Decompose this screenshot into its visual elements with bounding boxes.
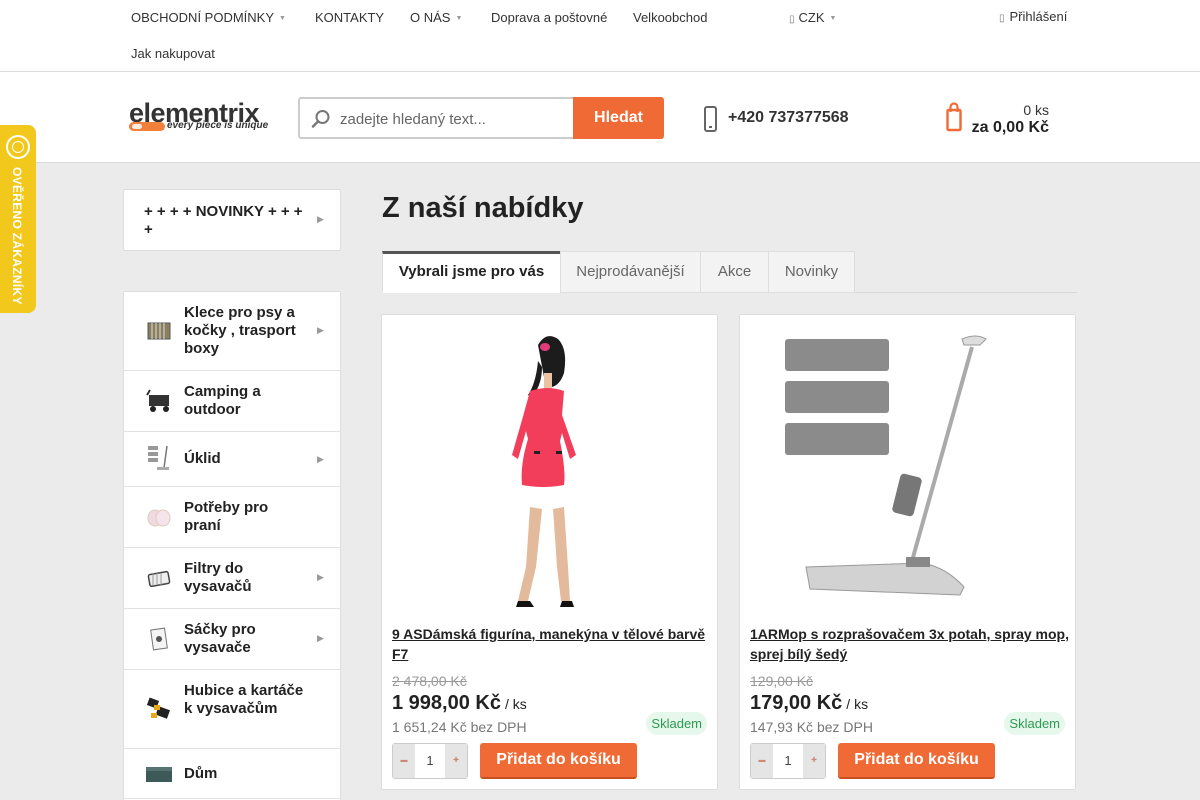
sidebar-novinky[interactable]: + + + + NOVINKY + + + + ▶ (123, 189, 341, 251)
nav-doprava[interactable]: Doprava a poštovné (491, 10, 607, 25)
sidebar-item-sacky[interactable]: Sáčky pro vysavače ▶ (124, 609, 340, 670)
storage-box-icon (146, 767, 172, 782)
tab-novinky[interactable]: Novinky (768, 251, 855, 293)
sidebar-item-hubice[interactable]: Hubice a kartáče k vysavačům (124, 670, 340, 749)
sidebar-item-uklid[interactable]: Úklid ▶ (124, 432, 340, 487)
site-logo[interactable]: elementrix every piece is unique (129, 100, 279, 134)
cage-icon (147, 322, 171, 340)
cart-total[interactable]: za 0,00 Kč (940, 119, 1049, 137)
badge-text: OVĚŘENO ZÁKAZNÍKY (10, 167, 24, 305)
product-price: 1 998,00 Kč / ks (392, 692, 527, 714)
currency-selector[interactable]: ▯ CZK ▼ (789, 10, 836, 25)
quantity-value[interactable]: 1 (773, 744, 803, 778)
nav-kontakty[interactable]: KONTAKTY (315, 10, 384, 25)
mop-icon (148, 445, 169, 470)
money-icon: ▯ (789, 14, 795, 25)
product-card: 1ARMop s rozprašovačem 3x potah, spray m… (739, 314, 1076, 790)
spray-mop-image[interactable] (740, 325, 1075, 615)
sidebar-item-camping[interactable]: Camping a outdoor (124, 371, 340, 432)
top-navigation: OBCHODNÍ PODMÍNKY ▼ KONTAKTY O NÁS ▼ Dopra… (0, 0, 1200, 72)
category-menu: Klece pro psy a kočky , trasport boxy ▶ … (123, 291, 341, 800)
quantity-stepper: ▬ 1 ✚ (750, 743, 826, 779)
cart-quantity[interactable]: 0 ks (960, 102, 1049, 118)
nav-velkoobchod[interactable]: Velkoobchod (633, 10, 707, 25)
tab-vybrali[interactable]: Vybrali jsme pro vás (382, 251, 561, 293)
logo-bar-graphic (129, 122, 165, 131)
price-unit: / ks (504, 696, 527, 712)
quantity-value[interactable]: 1 (415, 744, 445, 778)
seal-icon (6, 135, 30, 159)
chevron-down-icon: ▼ (829, 15, 837, 22)
sidebar-item-label: Hubice a kartáče k vysavačům (184, 682, 304, 717)
verified-customers-badge[interactable]: OVĚŘENO ZÁKAZNÍKY (0, 125, 36, 313)
old-price: 129,00 Kč (750, 673, 814, 689)
sidebar-item-label: Klece pro psy a kočky , trasport boxy (184, 304, 296, 357)
sidebar-item-label: Sáčky pro vysavače (184, 621, 256, 656)
logo-tagline: every piece is unique (167, 120, 269, 131)
login-link[interactable]: ▯ Přihlášení (999, 9, 1067, 24)
nav-jak-nakupovat[interactable]: Jak nakupovat (131, 46, 215, 61)
product-price: 179,00 Kč / ks (750, 692, 869, 714)
sidebar-item-label: Potřeby pro praní (184, 499, 269, 534)
cart-wagon-icon (146, 389, 169, 412)
mannequin-red-dress-image[interactable] (382, 325, 717, 615)
page-title: Z naší nabídky (382, 192, 584, 224)
plus-icon[interactable]: ✚ (803, 744, 825, 778)
chevron-right-icon: ▶ (317, 454, 324, 464)
chevron-down-icon: ▼ (279, 15, 286, 22)
laundry-bag-icon (147, 509, 171, 527)
old-price: 2 478,00 Kč (392, 673, 467, 689)
novinky-label: + + + + NOVINKY + + + + (144, 203, 303, 238)
price-without-vat: 1 651,24 Kč bez DPH (392, 719, 527, 735)
product-name[interactable]: 1ARMop s rozprašovačem 3x potah, spray m… (750, 624, 1070, 664)
price-unit: / ks (846, 696, 869, 712)
chevron-right-icon: ▶ (317, 633, 324, 643)
minus-icon[interactable]: ▬ (393, 744, 415, 778)
brush-icon (146, 697, 171, 719)
search-input[interactable] (340, 108, 565, 130)
add-to-cart-button[interactable]: Přidat do košíku (480, 743, 637, 779)
filter-icon (147, 570, 171, 588)
sidebar-item-dum[interactable]: Dům (124, 749, 340, 799)
sidebar-item-label: Filtry do vysavačů (184, 560, 252, 595)
product-name[interactable]: 9 ASDámská figurína, manekýna v tělové b… (392, 624, 712, 664)
plus-icon[interactable]: ✚ (445, 744, 467, 778)
stock-badge: Skladem (646, 712, 707, 735)
nav-obchodni-podminky[interactable]: OBCHODNÍ PODMÍNKY ▼ (131, 10, 286, 25)
sidebar-item-label: Dům (184, 765, 218, 782)
sidebar-item-prani[interactable]: Potřeby pro praní (124, 487, 340, 548)
stock-badge: Skladem (1004, 712, 1065, 735)
sidebar-item-label: Camping a outdoor (184, 383, 261, 418)
quantity-stepper: ▬ 1 ✚ (392, 743, 468, 779)
vacuum-bag-icon (150, 627, 168, 651)
price-without-vat: 147,93 Kč bez DPH (750, 719, 873, 735)
nav-o-nas[interactable]: O NÁS ▼ (410, 10, 462, 25)
sidebar-item-label: Úklid (184, 450, 221, 467)
tab-akce[interactable]: Akce (700, 251, 769, 293)
add-to-cart-button[interactable]: Přidat do košíku (838, 743, 995, 779)
search-icon (311, 110, 330, 128)
phone-number[interactable]: +420 737377568 (728, 109, 849, 127)
search-button[interactable]: Hledat (573, 97, 664, 139)
chevron-right-icon: ▶ (317, 572, 324, 582)
user-icon: ▯ (999, 13, 1005, 24)
chevron-right-icon: ▶ (317, 214, 324, 224)
tab-nejprodavanejsi[interactable]: Nejprodávanější (560, 251, 701, 293)
minus-icon[interactable]: ▬ (751, 744, 773, 778)
search-box (298, 97, 574, 139)
chevron-right-icon: ▶ (317, 325, 324, 335)
phone-icon (704, 106, 717, 132)
product-tabs: Vybrali jsme pro vás Nejprodávanější Akc… (382, 251, 1077, 293)
sidebar-item-filtry[interactable]: Filtry do vysavačů ▶ (124, 548, 340, 609)
sidebar-item-klece[interactable]: Klece pro psy a kočky , trasport boxy ▶ (124, 292, 340, 371)
product-card: 9 ASDámská figurína, manekýna v tělové b… (381, 314, 718, 790)
chevron-down-icon: ▼ (455, 15, 463, 22)
